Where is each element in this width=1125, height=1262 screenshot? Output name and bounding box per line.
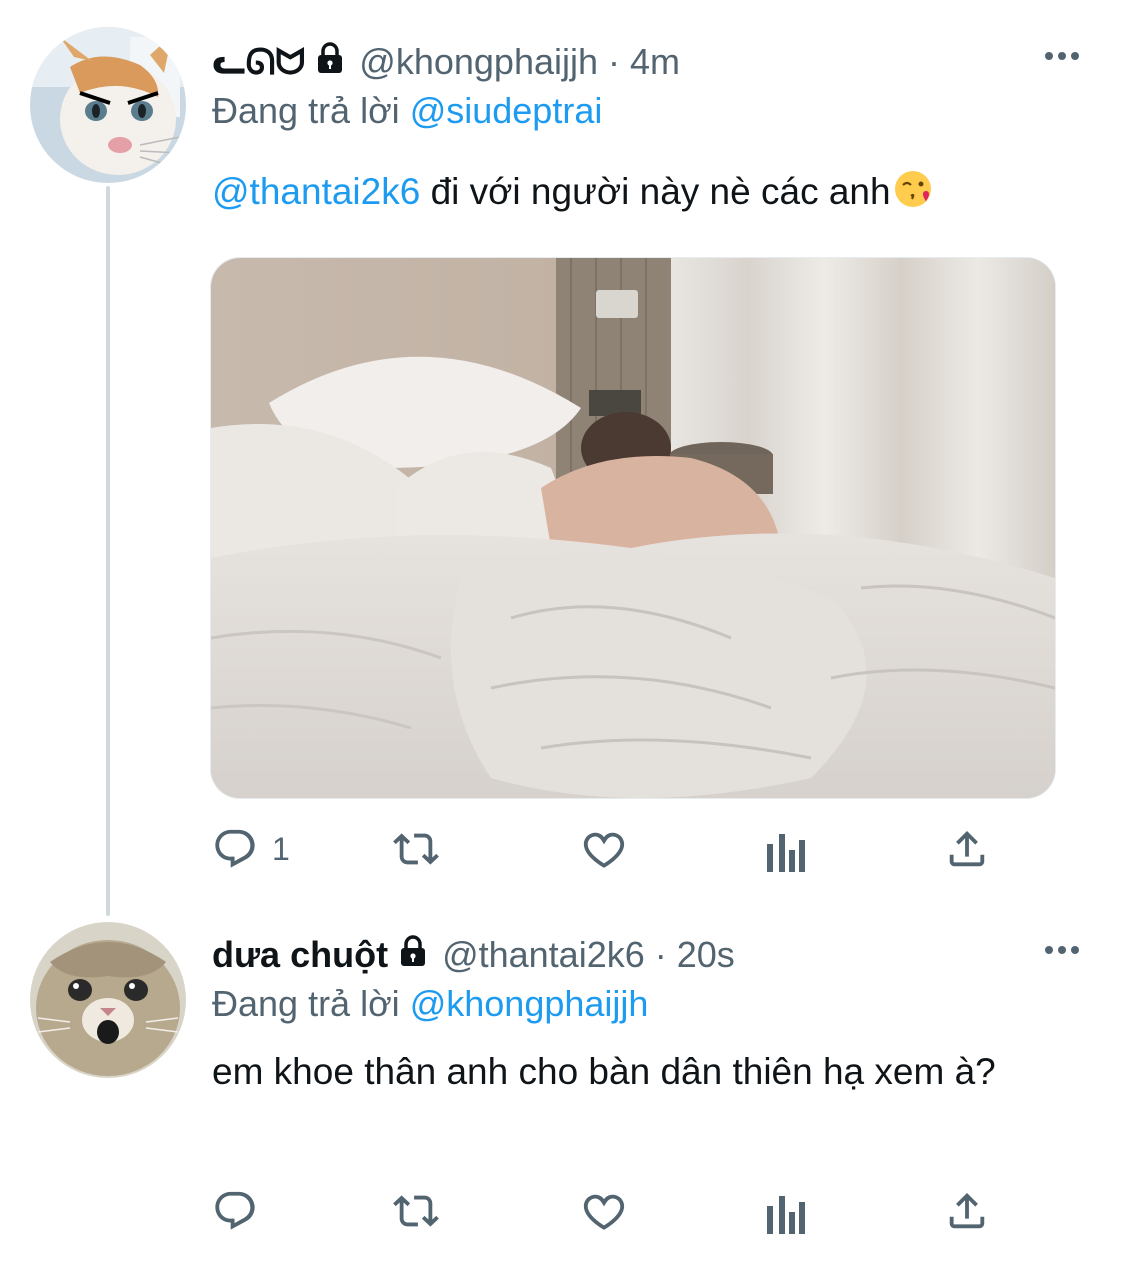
share-icon <box>944 826 990 872</box>
separator-dot: · <box>608 41 621 82</box>
tweet-text: @thantai2k6 đi với người này nè các anh <box>212 166 1072 224</box>
reply-button[interactable]: 1 <box>212 826 290 872</box>
avatar[interactable] <box>30 922 186 1078</box>
reply-count: 1 <box>272 830 290 867</box>
reply-button[interactable] <box>212 1188 258 1234</box>
tweet-body: đi với người này nè các anh <box>420 171 891 212</box>
handle[interactable]: @thantai2k6 <box>442 934 645 976</box>
share-button[interactable] <box>944 1188 990 1234</box>
heart-icon <box>580 1188 628 1234</box>
more-icon[interactable] <box>1045 50 1079 62</box>
heart-icon <box>580 826 628 872</box>
analytics-icon <box>765 826 807 872</box>
timestamp[interactable]: 4m <box>630 41 680 83</box>
tweet-actions: 1 <box>212 826 1002 876</box>
replying-prefix: Đang trả lời <box>212 90 400 131</box>
mention-link[interactable]: @thantai2k6 <box>212 171 420 212</box>
retweet-button[interactable] <box>390 826 442 872</box>
like-button[interactable] <box>580 826 628 872</box>
replying-to-mention[interactable]: @khongphaijjh <box>410 983 649 1024</box>
handle[interactable]: @khongphaijjh <box>359 41 598 83</box>
lock-icon <box>398 934 428 977</box>
retweet-button[interactable] <box>390 1188 442 1234</box>
views-button[interactable] <box>765 826 807 872</box>
replying-to-line: Đang trả lời @khongphaijjh <box>212 983 648 1025</box>
display-name[interactable]: dưa chuột <box>212 934 388 976</box>
tweet-actions <box>212 1188 1002 1238</box>
display-name[interactable]: ᓚᘏᗢ <box>212 41 305 84</box>
analytics-icon <box>765 1188 807 1234</box>
separator-dot: · <box>654 934 667 975</box>
timestamp[interactable]: 20s <box>677 934 735 976</box>
replying-prefix: Đang trả lời <box>212 983 400 1024</box>
reply-icon <box>212 826 258 872</box>
replying-to-line: Đang trả lời @siudeptrai <box>212 90 602 132</box>
thread-connector-line <box>106 186 110 916</box>
more-icon[interactable] <box>1045 944 1079 956</box>
share-button[interactable] <box>944 826 990 872</box>
tweet-text: em khoe thân anh cho bàn dân thiên hạ xe… <box>212 1051 996 1092</box>
retweet-icon <box>390 1188 442 1234</box>
tweet-header: dưa chuột @thantai2k6 · 20s <box>212 933 735 977</box>
replying-to-mention[interactable]: @siudeptrai <box>410 90 603 131</box>
share-icon <box>944 1188 990 1234</box>
reply-icon <box>212 1188 258 1234</box>
kissing-face-with-heart-emoji <box>893 168 935 224</box>
tweet-header: ᓚᘏᗢ @khongphaijjh · 4m <box>212 40 680 84</box>
tweet-photo[interactable] <box>210 257 1056 799</box>
retweet-icon <box>390 826 442 872</box>
views-button[interactable] <box>765 1188 807 1234</box>
lock-icon <box>315 41 345 84</box>
avatar[interactable] <box>30 27 186 183</box>
like-button[interactable] <box>580 1188 628 1234</box>
